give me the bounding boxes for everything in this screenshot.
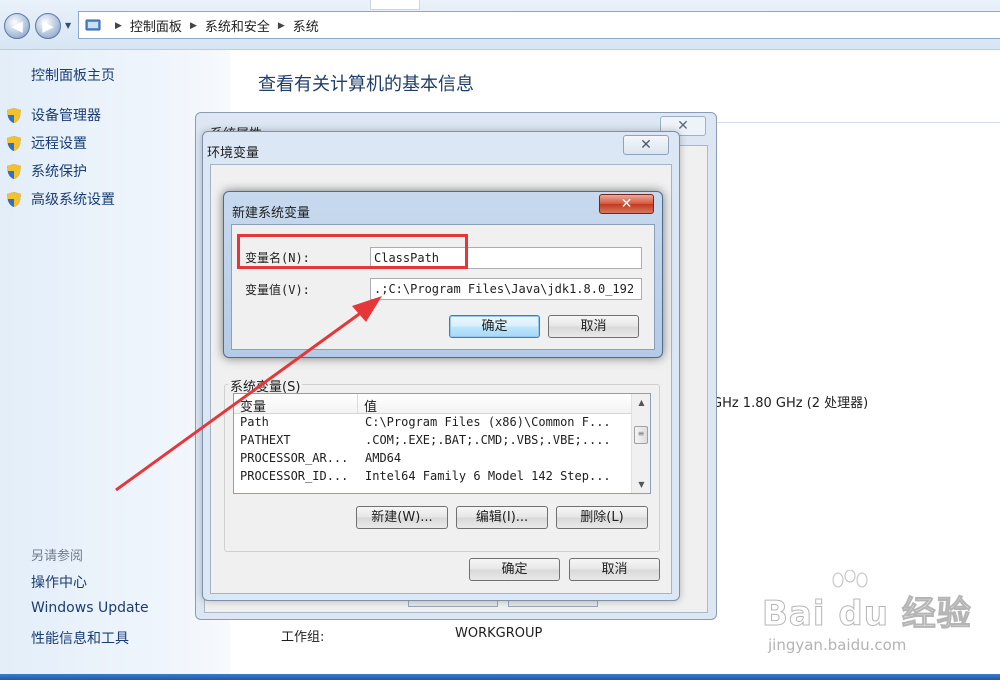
row-value: AMD64 (365, 451, 402, 465)
breadcrumb-separator: ▶ (115, 20, 122, 31)
tab-remnant (370, 0, 420, 10)
uac-shield-icon (7, 135, 21, 151)
windows-update-link[interactable]: Windows Update (31, 600, 149, 616)
table-row[interactable]: PATHEXT .COM;.EXE;.BAT;.CMD;.VBS;.VBE;..… (234, 433, 632, 451)
new-variable-ok-button[interactable]: 确定 (449, 315, 540, 338)
uac-shield-icon (7, 107, 21, 123)
workgroup-label: 工作组: (281, 630, 325, 645)
nav-advanced-settings[interactable]: 高级系统设置 (6, 189, 115, 209)
table-row[interactable]: Path C:\Program Files (x86)\Common F... (234, 415, 632, 433)
scroll-down-icon[interactable]: ▼ (632, 476, 651, 493)
environment-ok-button[interactable]: 确定 (469, 558, 560, 581)
environment-cancel-button[interactable]: 取消 (569, 558, 660, 581)
table-row[interactable]: PROCESSOR_AR... AMD64 (234, 451, 632, 469)
recent-pages-dropdown-icon[interactable]: ▼ (65, 21, 71, 30)
environment-variables-title: 环境变量 (207, 146, 260, 161)
baidu-watermark: Bai du 经验 jingyan.baidu.com (762, 570, 982, 665)
new-system-variable-dialog: 新建系统变量 ✕ 变量名(N): ClassPath 变量值(V): .;C:\… (223, 191, 663, 358)
uac-shield-icon (7, 191, 21, 207)
list-header: 变量 值 (234, 394, 632, 415)
variable-value-label-text: 变量值(V): (245, 283, 310, 297)
column-value[interactable]: 值 (358, 394, 632, 415)
scroll-thumb[interactable]: ≡ (634, 426, 648, 444)
processor-speed: GHz 1.80 GHz (2 处理器) (712, 396, 869, 411)
new-variable-cancel-button[interactable]: 取消 (548, 315, 639, 338)
breadcrumb-system[interactable]: 系统 (293, 16, 319, 35)
nav-system-protection-label: 系统保护 (31, 164, 87, 180)
control-panel-home-link[interactable]: 控制面板主页 (31, 65, 115, 85)
variable-value-input[interactable]: .;C:\Program Files\Java\jdk1.8.0_192 (370, 278, 642, 300)
nav-advanced-settings-label: 高级系统设置 (31, 192, 115, 208)
breadcrumb[interactable]: ▶ 控制面板 ▶ 系统和安全 ▶ 系统 (78, 11, 1000, 39)
vertical-scrollbar[interactable]: ▲ ≡ ▼ (631, 394, 650, 493)
watermark-url: jingyan.baidu.com (768, 636, 907, 654)
nav-system-protection[interactable]: 系统保护 (6, 161, 87, 181)
watermark-brand: Bai du 经验 (762, 594, 972, 635)
row-name: PROCESSOR_AR... (240, 451, 349, 465)
action-center-link[interactable]: 操作中心 (31, 572, 87, 592)
nav-device-manager[interactable]: 设备管理器 (6, 105, 101, 125)
new-variable-button[interactable]: 新建(W)... (356, 506, 448, 529)
breadcrumb-separator: ▶ (189, 20, 197, 31)
breadcrumb-control-panel[interactable]: 控制面板 (130, 16, 182, 35)
highlight-annotation-box (237, 234, 468, 269)
nav-remote-settings-label: 远程设置 (31, 136, 87, 152)
delete-variable-button[interactable]: 删除(L) (556, 506, 648, 529)
taskbar-edge (0, 674, 1000, 680)
uac-shield-icon (7, 163, 21, 179)
row-name: PATHEXT (240, 433, 291, 447)
forward-button[interactable]: ▶ (35, 13, 61, 39)
breadcrumb-separator: ▶ (277, 20, 285, 31)
control-panel-icon (85, 19, 101, 31)
table-row[interactable]: PROCESSOR_ID... Intel64 Family 6 Model 1… (234, 469, 632, 487)
row-name: Path (240, 415, 269, 429)
nav-device-manager-label: 设备管理器 (31, 108, 101, 124)
scroll-up-icon[interactable]: ▲ (632, 394, 651, 411)
variable-value-label: 变量值(V): (245, 281, 310, 298)
row-name: PROCESSOR_ID... (240, 469, 349, 483)
edit-variable-button[interactable]: 编辑(I)... (456, 506, 548, 529)
nav-remote-settings[interactable]: 远程设置 (6, 133, 87, 153)
column-variable[interactable]: 变量 (234, 394, 358, 415)
environment-variables-close-button[interactable]: ✕ (623, 135, 669, 155)
system-variables-list[interactable]: 变量 值 Path C:\Program Files (x86)\Common … (233, 393, 651, 494)
address-bar: ◀ ▶ ▼ ▶ 控制面板 ▶ 系统和安全 ▶ 系统 (0, 0, 1000, 50)
new-variable-close-button[interactable]: ✕ (599, 194, 654, 214)
see-also-heading: 另请参阅 (31, 549, 84, 564)
back-button[interactable]: ◀ (4, 13, 30, 39)
page-title: 查看有关计算机的基本信息 (258, 74, 474, 95)
workgroup-value: WORKGROUP (455, 626, 543, 641)
row-value: Intel64 Family 6 Model 142 Step... (365, 469, 611, 483)
performance-tools-link[interactable]: 性能信息和工具 (31, 628, 129, 648)
row-value: C:\Program Files (x86)\Common F... (365, 415, 611, 429)
breadcrumb-system-security[interactable]: 系统和安全 (205, 16, 270, 35)
new-variable-title: 新建系统变量 (232, 206, 311, 221)
row-value: .COM;.EXE;.BAT;.CMD;.VBS;.VBE;.... (365, 433, 611, 447)
